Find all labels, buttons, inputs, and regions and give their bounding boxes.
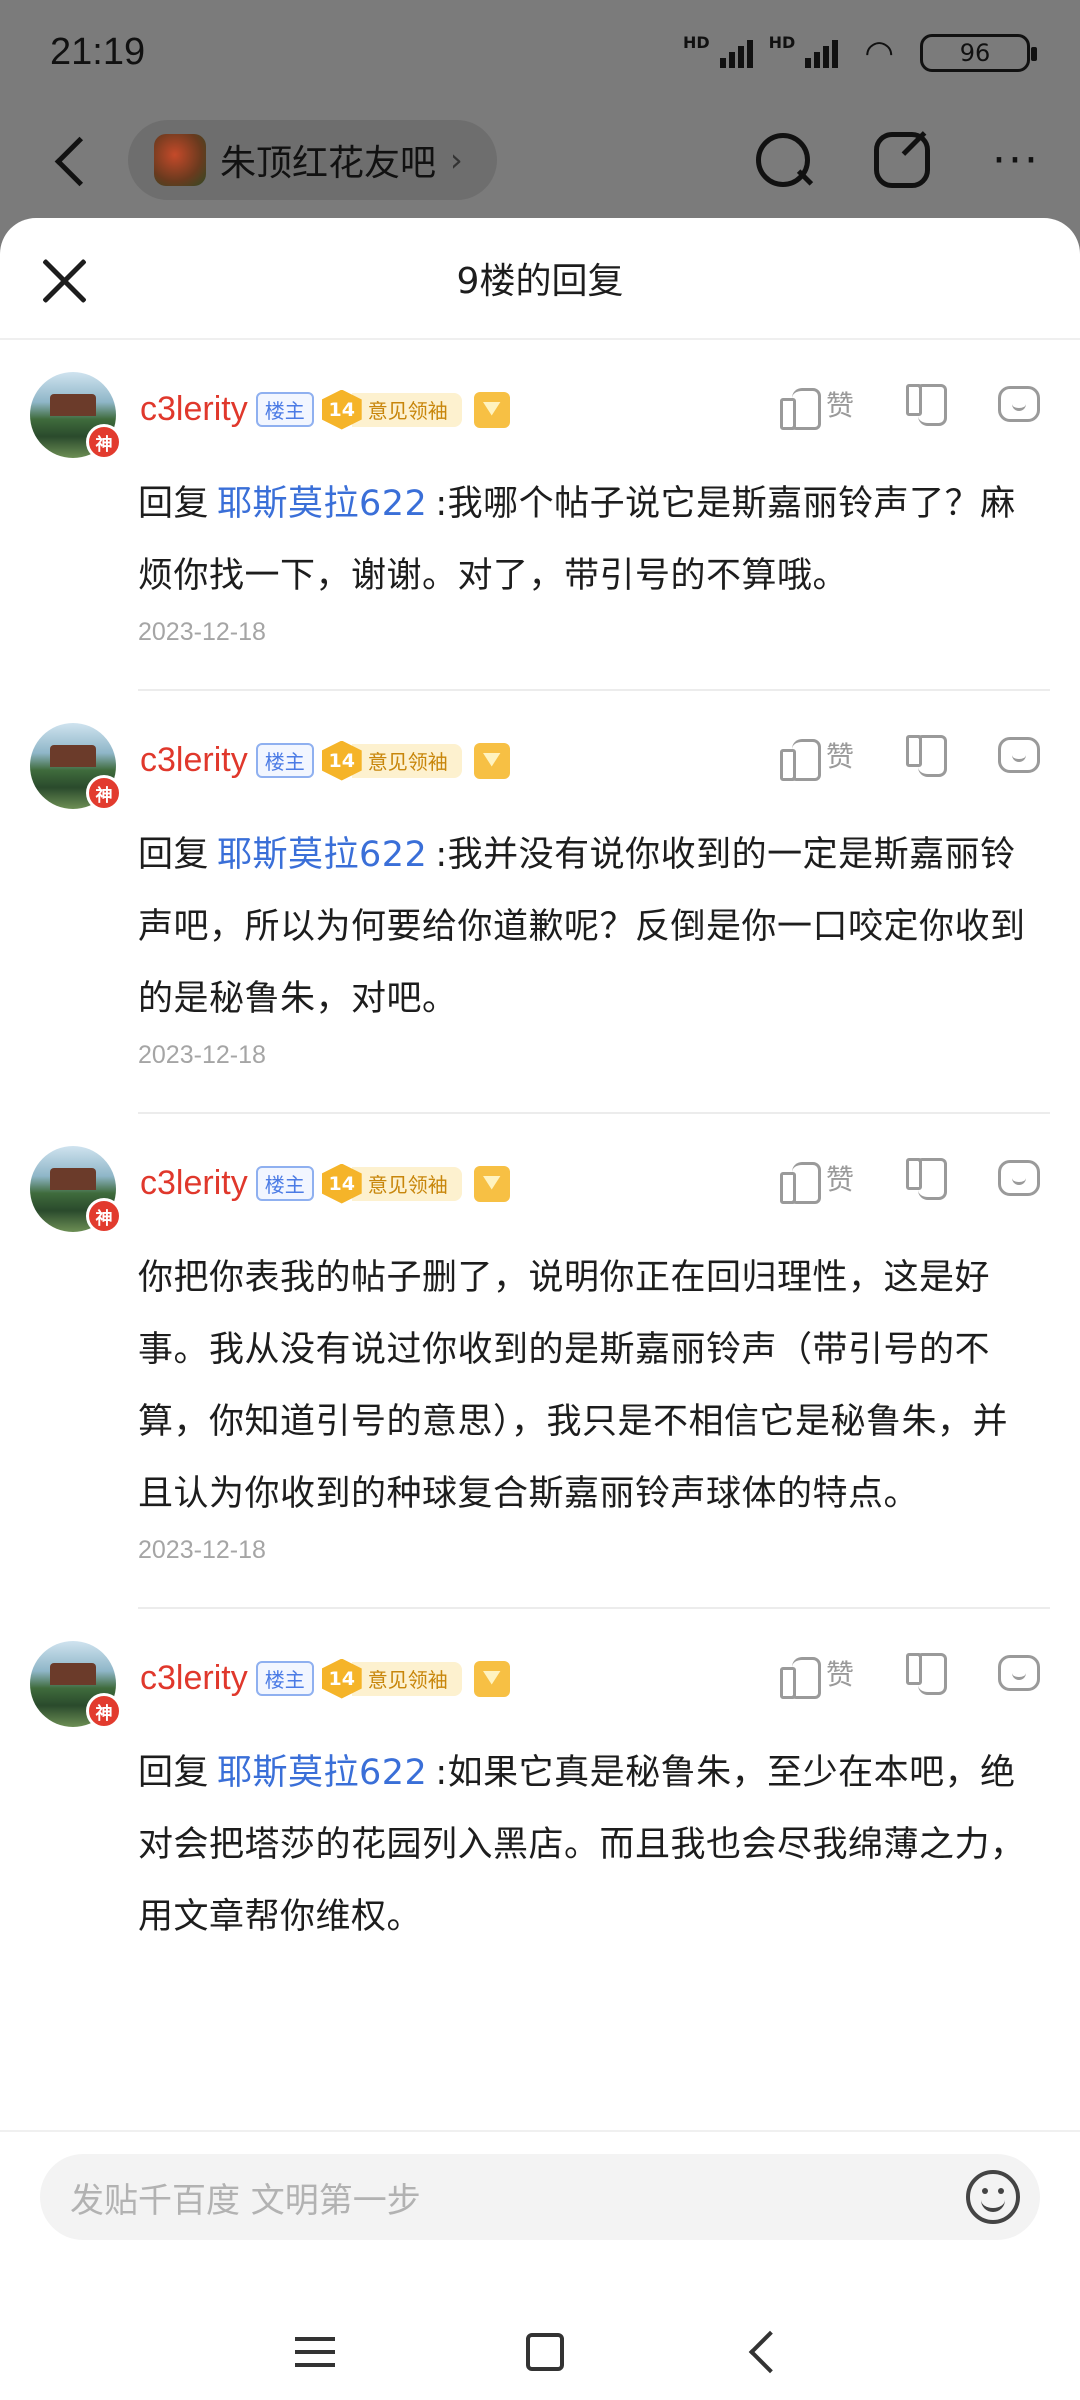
mention-link[interactable]: 耶斯莫拉622 xyxy=(217,1753,427,1793)
system-nav-bar xyxy=(0,2302,1080,2400)
like-label: 赞 xyxy=(825,1163,854,1196)
status-bar: 21:19 HD HD ◠ 96 xyxy=(0,0,1080,105)
reply-sheet: 9楼的回复 神 c3lerity 楼主 14 意见领袖 赞 回复 耶斯莫拉622… xyxy=(0,218,1080,2400)
reply-text: 回复 耶斯莫拉622:我哪个帖子说它是斯嘉丽铃声了？麻烦你找一下，谢谢。对了，带引… xyxy=(138,468,1040,612)
thumb-down-icon[interactable] xyxy=(906,384,947,426)
medal-icon xyxy=(473,742,510,779)
reply-text: 回复 耶斯莫拉622:我并没有说你收到的一定是斯嘉丽铃声吧，所以为何要给你道歉呢？… xyxy=(138,819,1040,1035)
medal-icon xyxy=(473,1660,510,1697)
thumb-up-icon xyxy=(779,1653,821,1699)
battery-indicator: 96 xyxy=(920,33,1037,72)
avatar[interactable]: 神 xyxy=(30,723,122,811)
god-badge: 神 xyxy=(86,424,122,460)
god-badge: 神 xyxy=(86,1693,122,1729)
sheet-header: 9楼的回复 xyxy=(0,218,1080,340)
god-badge: 神 xyxy=(86,1198,122,1234)
mention-link[interactable]: 耶斯莫拉622 xyxy=(217,484,427,524)
level-badge: 14 意见领袖 xyxy=(321,1658,462,1699)
reply-prefix: 回复 xyxy=(138,1753,210,1793)
reply-date: 2023-12-18 xyxy=(138,618,266,646)
reply-content: 你把你表我的帖子删了，说明你正在回归理性，这是好事。我从没有说过你收到的是斯嘉丽… xyxy=(138,1258,1009,1514)
menu-icon[interactable] xyxy=(295,2337,336,2367)
comment-icon[interactable] xyxy=(998,737,1040,773)
reply-text: 回复 耶斯莫拉622:如果它真是秘鲁朱，至少在本吧，绝对会把塔莎的花园列入黑店。而… xyxy=(138,1737,1040,1953)
level-title: 意见领袖 xyxy=(351,1166,462,1201)
composer-bar: 发贴千百度 文明第一步 xyxy=(0,2130,1080,2400)
comment-icon[interactable] xyxy=(998,386,1040,422)
thumb-down-icon[interactable] xyxy=(906,1653,947,1695)
like-button[interactable]: 赞 xyxy=(779,1653,854,1699)
medal-icon xyxy=(473,1165,510,1202)
sheet-title: 9楼的回复 xyxy=(456,261,624,302)
like-button[interactable]: 赞 xyxy=(779,735,854,781)
thumb-up-icon xyxy=(779,735,821,781)
status-time: 21:19 xyxy=(50,31,146,73)
level-badge: 14 意见领袖 xyxy=(321,740,462,781)
comment-icon[interactable] xyxy=(998,1160,1040,1196)
owner-tag: 楼主 xyxy=(255,1661,314,1696)
chevron-right-icon: › xyxy=(450,141,463,179)
mention-link[interactable]: 耶斯莫拉622 xyxy=(217,835,427,875)
forum-avatar xyxy=(154,134,206,186)
avatar[interactable]: 神 xyxy=(30,1641,122,1729)
close-icon[interactable] xyxy=(40,256,88,304)
reply-item: 神 c3lerity 楼主 14 意见领袖 赞 xyxy=(0,1609,1080,1953)
edit-icon[interactable] xyxy=(874,132,931,188)
signal-icon xyxy=(719,38,753,68)
like-label: 赞 xyxy=(825,1658,854,1691)
level-title: 意见领袖 xyxy=(351,1661,462,1696)
like-button[interactable]: 赞 xyxy=(779,384,854,430)
wifi-icon: ◠ xyxy=(864,32,894,73)
reply-item: 神 c3lerity 楼主 14 意见领袖 赞 xyxy=(0,691,1080,1114)
owner-tag: 楼主 xyxy=(255,392,314,427)
back-icon[interactable] xyxy=(40,130,100,190)
more-icon[interactable]: ··· xyxy=(992,135,1040,186)
owner-tag: 楼主 xyxy=(255,743,314,778)
username[interactable]: c3lerity xyxy=(140,1164,248,1203)
forum-nav-bar: 朱顶红花友吧 › ··· xyxy=(0,110,1080,210)
like-label: 赞 xyxy=(825,389,854,422)
reply-item: 神 c3lerity 楼主 14 意见领袖 赞 xyxy=(0,340,1080,691)
network-type-2: HD xyxy=(768,32,796,52)
forum-name: 朱顶红花友吧 xyxy=(220,143,437,184)
god-badge: 神 xyxy=(86,775,122,811)
reply-prefix: 回复 xyxy=(138,835,210,875)
reply-text: 你把你表我的帖子删了，说明你正在回归理性，这是好事。我从没有说过你收到的是斯嘉丽… xyxy=(138,1242,1040,1530)
signal-icon xyxy=(805,38,839,68)
level-badge: 14 意见领袖 xyxy=(321,1163,462,1204)
thumb-up-icon xyxy=(779,384,821,430)
reply-list[interactable]: 神 c3lerity 楼主 14 意见领袖 赞 回复 耶斯莫拉622:我哪个帖… xyxy=(0,340,1080,2130)
home-icon[interactable] xyxy=(525,2333,564,2371)
reply-item: 神 c3lerity 楼主 14 意见领袖 赞 xyxy=(0,1114,1080,1609)
comment-icon[interactable] xyxy=(998,1655,1040,1691)
username[interactable]: c3lerity xyxy=(140,390,248,429)
forum-entry[interactable]: 朱顶红花友吧 › xyxy=(128,120,497,200)
search-icon[interactable] xyxy=(754,131,812,189)
level-title: 意见领袖 xyxy=(351,392,462,427)
reply-prefix: 回复 xyxy=(138,484,210,524)
level-badge: 14 意见领袖 xyxy=(321,389,462,430)
nav-back-icon[interactable] xyxy=(748,2330,791,2374)
username[interactable]: c3lerity xyxy=(140,741,248,780)
thumb-down-icon[interactable] xyxy=(906,735,947,777)
medal-icon xyxy=(473,391,510,428)
reply-input[interactable]: 发贴千百度 文明第一步 xyxy=(40,2154,1040,2240)
thumb-down-icon[interactable] xyxy=(906,1158,947,1200)
like-button[interactable]: 赞 xyxy=(779,1158,854,1204)
like-label: 赞 xyxy=(825,740,854,773)
username[interactable]: c3lerity xyxy=(140,1659,248,1698)
level-title: 意见领袖 xyxy=(351,743,462,778)
avatar[interactable]: 神 xyxy=(30,372,122,460)
status-indicators: HD HD ◠ 96 xyxy=(682,32,1037,73)
thumb-up-icon xyxy=(779,1158,821,1204)
owner-tag: 楼主 xyxy=(255,1166,314,1201)
reply-date: 2023-12-18 xyxy=(138,1041,266,1069)
avatar[interactable]: 神 xyxy=(30,1146,122,1234)
input-placeholder: 发贴千百度 文明第一步 xyxy=(70,2180,421,2221)
emoji-icon[interactable] xyxy=(966,2170,1020,2224)
reply-date: 2023-12-18 xyxy=(138,1536,266,1564)
network-type-1: HD xyxy=(682,32,710,52)
